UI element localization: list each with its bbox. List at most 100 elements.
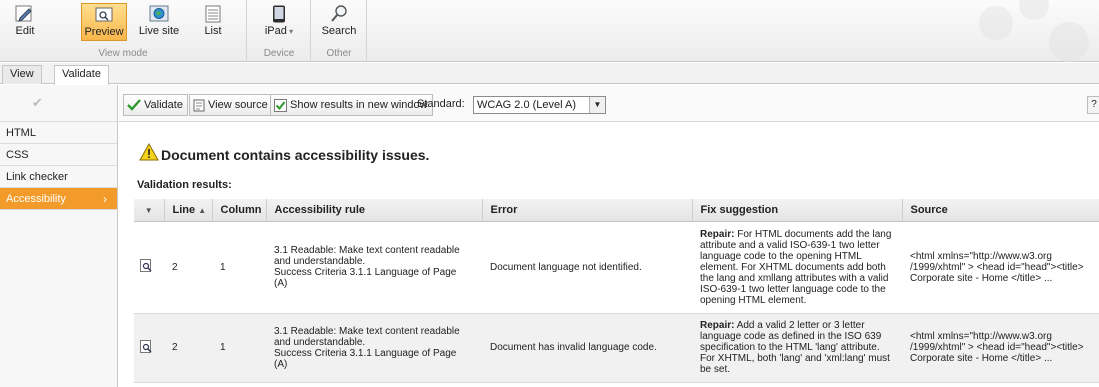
chevron-down-icon: ▼ bbox=[144, 205, 153, 215]
column-cell: 1 bbox=[212, 313, 266, 383]
sidebar-item-html[interactable]: HTML bbox=[0, 122, 117, 144]
rule-line: 3.1 Readable: Make text content readable bbox=[274, 245, 460, 256]
fix-line: ISO-639-1 two letter language code to th… bbox=[700, 283, 886, 295]
column-header-rule[interactable]: Accessibility rule bbox=[266, 199, 483, 222]
magnifier-icon[interactable] bbox=[140, 259, 153, 272]
column-header-source[interactable]: Source bbox=[902, 199, 1099, 222]
fix-line: language code to the opening HTML bbox=[700, 250, 862, 262]
fix-line: opening HTML element. bbox=[700, 294, 807, 306]
validate-button[interactable]: Validate bbox=[123, 94, 188, 116]
collapse-icon[interactable]: ✔ bbox=[32, 95, 43, 111]
results-table: ▼ Line ▲ Column Accessibility rule Error… bbox=[134, 199, 1099, 383]
fix-line: For XHTML, both 'lang' and 'xml:lang' mu… bbox=[700, 353, 890, 364]
sort-ascending-icon: ▲ bbox=[198, 205, 207, 215]
fix-prefix: Repair: bbox=[700, 320, 735, 331]
source-line: Corporate site - Home </title> ... bbox=[910, 353, 1053, 364]
rule-line: 3.1 Readable: Make text content readable bbox=[274, 325, 460, 337]
table-row: 2 1 3.1 Readable: Make text content read… bbox=[134, 313, 1099, 383]
device-dropdown-label: iPad bbox=[264, 25, 287, 37]
standard-select[interactable]: WCAG 2.0 (Level A) ▼ bbox=[473, 96, 606, 114]
device-group: iPad ▾ Device bbox=[248, 0, 311, 62]
rule-line: Success Criteria 3.1.1 Language of Page bbox=[274, 347, 457, 359]
fix-line: language code as defined in the ISO 639 bbox=[700, 331, 882, 342]
preview-icon bbox=[95, 7, 113, 22]
chevron-down-icon: ▾ bbox=[286, 27, 294, 36]
sidebar-item-label: CSS bbox=[6, 149, 29, 161]
source-line: <html xmlns="http://www.w3.org bbox=[910, 250, 1052, 262]
list-button[interactable]: List bbox=[192, 3, 234, 41]
help-button[interactable]: ? bbox=[1087, 96, 1099, 114]
table-row: 2 1 3.1 Readable: Make text content read… bbox=[134, 221, 1099, 314]
warning-icon bbox=[139, 143, 159, 161]
search-button[interactable]: Search bbox=[318, 3, 360, 41]
live-site-icon bbox=[149, 5, 169, 22]
line-cell: 2 bbox=[164, 313, 212, 383]
source-document-icon bbox=[193, 99, 205, 112]
fix-line: the lang and xmllang attributes with a v… bbox=[700, 272, 889, 284]
fix-cell: Repair: Add a valid 2 letter or 3 letter… bbox=[692, 313, 902, 383]
rule-cell: 3.1 Readable: Make text content readable… bbox=[266, 313, 482, 383]
validation-toolbar: Validate View source Show results in new… bbox=[119, 85, 1099, 122]
fix-line: For HTML documents add the lang bbox=[737, 228, 892, 240]
source-cell: <html xmlns="http://www.w3.org /1999/xht… bbox=[902, 221, 1099, 314]
chevron-down-icon: ▼ bbox=[589, 97, 605, 113]
sidebar-item-css[interactable]: CSS bbox=[0, 144, 117, 166]
source-line: /1999/xhtml" > <head id="head"><title> bbox=[910, 261, 1084, 273]
line-header-label: Line bbox=[172, 203, 196, 216]
live-site-button[interactable]: Live site bbox=[136, 3, 182, 41]
view-source-button[interactable]: View source bbox=[189, 94, 273, 116]
sidebar-item-label: Link checker bbox=[6, 171, 68, 183]
ribbon-decoration bbox=[939, 0, 1089, 62]
checkbox-checked-icon bbox=[274, 98, 287, 112]
other-label: Other bbox=[326, 48, 352, 59]
ribbon-toolbar: Edit Preview Live site List View mode iP… bbox=[0, 0, 1099, 62]
view-mode-group: Edit Preview Live site List View mode bbox=[0, 0, 247, 62]
search-button-label: Search bbox=[321, 25, 357, 37]
source-cell: <html xmlns="http://www.w3.org /1999/xht… bbox=[902, 313, 1099, 383]
table-header-row: ▼ Line ▲ Column Accessibility rule Error… bbox=[134, 199, 1099, 222]
view-source-button-label: View source bbox=[208, 99, 268, 111]
line-cell: 2 bbox=[164, 221, 212, 314]
tab-view[interactable]: View bbox=[2, 65, 42, 84]
validate-button-label: Validate bbox=[144, 99, 183, 111]
fix-line: Add a valid 2 letter or 3 letter bbox=[736, 320, 865, 331]
rule-cell: 3.1 Readable: Make text content readable… bbox=[266, 221, 482, 314]
source-line: /1999/xhtml" > <head id="head"><title> bbox=[910, 342, 1084, 353]
tab-validate[interactable]: Validate bbox=[54, 65, 109, 85]
sidebar-item-accessibility[interactable]: Accessibility › bbox=[0, 188, 117, 210]
fix-line: attribute and a valid ISO-639-1 two lett… bbox=[700, 239, 880, 251]
view-details-cell[interactable] bbox=[134, 313, 164, 383]
rule-line: (A) bbox=[274, 278, 288, 289]
list-icon bbox=[205, 5, 221, 23]
magnifier-icon[interactable] bbox=[140, 339, 153, 353]
column-header-column[interactable]: Column bbox=[212, 199, 267, 222]
column-header-line[interactable]: Line ▲ bbox=[164, 199, 213, 222]
fix-prefix: Repair: bbox=[700, 228, 735, 240]
search-icon bbox=[331, 5, 347, 22]
status-title: Document contains accessibility issues. bbox=[161, 147, 430, 163]
show-results-new-window-toggle[interactable]: Show results in new window bbox=[270, 94, 433, 116]
column-header-fix[interactable]: Fix suggestion bbox=[692, 199, 903, 222]
validation-sidebar: ✔ HTML CSS Link checker Accessibility › bbox=[0, 85, 118, 387]
column-header-error[interactable]: Error bbox=[482, 199, 693, 222]
checkmark-icon bbox=[127, 99, 141, 111]
row-menu-header[interactable]: ▼ bbox=[134, 199, 165, 222]
sidebar-item-label: Accessibility bbox=[6, 193, 66, 205]
rule-line: and understandable. bbox=[274, 256, 366, 267]
column-cell: 1 bbox=[212, 221, 266, 314]
device-dropdown[interactable]: iPad ▾ bbox=[256, 3, 302, 41]
rule-line: Success Criteria 3.1.1 Language of Page bbox=[274, 267, 457, 278]
tab-bar: View Validate bbox=[0, 63, 1099, 85]
preview-button[interactable]: Preview bbox=[81, 3, 127, 41]
view-details-cell[interactable] bbox=[134, 221, 164, 314]
source-line: <html xmlns="http://www.w3.org bbox=[910, 331, 1052, 342]
sidebar-item-link-checker[interactable]: Link checker bbox=[0, 166, 117, 188]
edit-icon bbox=[15, 5, 32, 22]
sidebar-item-label: HTML bbox=[6, 127, 36, 139]
error-cell: Document language not identified. bbox=[482, 221, 692, 314]
sidebar-header: ✔ bbox=[0, 85, 117, 122]
edit-button[interactable]: Edit bbox=[4, 3, 46, 41]
standard-select-value: WCAG 2.0 (Level A) bbox=[477, 99, 577, 111]
other-group: Search Other bbox=[312, 0, 367, 62]
standard-label: Standard: bbox=[417, 98, 465, 110]
